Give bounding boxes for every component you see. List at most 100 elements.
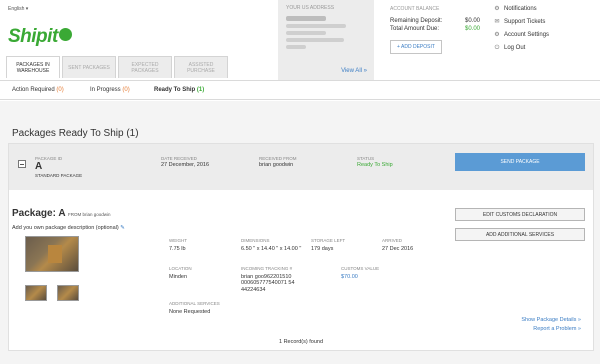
subnav-ready-to-ship[interactable]: Ready To Ship (1) (154, 87, 204, 93)
status-col: Status Ready To Ship (357, 156, 393, 168)
gear-icon: ⚙ (494, 6, 500, 12)
language-label: English (8, 6, 25, 12)
status-value: Ready To Ship (357, 162, 393, 168)
address-heading: Your US Address (286, 5, 335, 11)
power-icon: ⏻ (494, 45, 500, 51)
ready-to-ship-count: (1) (196, 87, 205, 93)
tracking-line-3: 44224634 (241, 286, 266, 293)
menu-logout-label: Log Out (504, 45, 526, 51)
us-address-panel: Your US Address View All » (278, 0, 374, 80)
arrived-label: Arrived (382, 238, 403, 243)
customs-value-link[interactable]: $70.00 (341, 274, 379, 281)
remaining-deposit-row: Remaining Deposit: $0.00 (390, 18, 480, 24)
date-received-value: 27 December, 2016 (161, 162, 210, 168)
description-prompt-text: Add you own package description (optiona… (12, 225, 119, 231)
view-all-label: View All (341, 68, 362, 74)
additional-services-value: None Requested (169, 308, 211, 315)
show-package-details-link[interactable]: Show Package Details » (521, 316, 581, 325)
package-summary-bar: Package ID A Standard Package Date Recei… (9, 144, 593, 190)
main-tabs: Packages in Warehouse Sent Packages Expe… (6, 56, 230, 78)
remaining-deposit-label: Remaining Deposit: (390, 18, 443, 24)
remaining-deposit-value: $0.00 (464, 18, 480, 24)
status-subnav: Action Required (0) In Progress (0) Read… (0, 80, 600, 100)
tab-expected-packages[interactable]: Expected Packages (118, 56, 172, 78)
arrived-value: 27 Dec 2016 (382, 245, 414, 252)
ready-to-ship-label: Ready To Ship (154, 87, 196, 93)
tab-assisted-purchase[interactable]: Assisted Purchase (174, 56, 228, 78)
menu-account-settings[interactable]: ⚙ Account Settings (494, 32, 549, 38)
date-received-label: Date Received (161, 156, 197, 161)
received-from-col: Received From brian goodwin (259, 156, 297, 168)
received-from-label: Received From (259, 156, 297, 161)
photo-thumbnail[interactable] (25, 285, 47, 301)
incoming-tracking-field: Incoming Tracking # brian goo962201510 0… (241, 266, 295, 293)
menu-notifications-label: Notifications (504, 6, 537, 12)
double-chevron-icon: » (363, 68, 367, 74)
collapse-icon[interactable] (18, 160, 26, 168)
incoming-tracking-label: Incoming Tracking # (241, 266, 293, 271)
customs-value-label: Customs Value (341, 266, 380, 271)
storage-left-value: 179 days (311, 245, 334, 252)
package-links: Show Package Details » Report a Problem … (521, 316, 581, 334)
edit-customs-button[interactable]: Edit Customs Declaration (455, 208, 585, 221)
weight-field: Weight 7.75 lb (169, 238, 187, 252)
language-selector[interactable]: English ▾ (8, 6, 28, 12)
gear-icon: ⚙ (494, 32, 500, 38)
tab-sent-packages[interactable]: Sent Packages (62, 56, 116, 78)
weight-value: 7.75 lb (169, 245, 186, 252)
support-icon: ✉ (494, 19, 500, 25)
send-package-button[interactable]: Send Package (455, 153, 585, 171)
dimensions-label: Dimensions (241, 238, 270, 243)
address-redacted (286, 16, 366, 49)
dimensions-value: 6.50 " x 14.40 " x 14.00 " (241, 245, 302, 252)
received-from-value: brian goodwin (259, 162, 294, 168)
subnav-in-progress[interactable]: In Progress (0) (90, 87, 130, 93)
package-title-text: Package: A (12, 208, 66, 219)
status-label: Status (357, 156, 375, 161)
amount-due-label: Total Amount Due: (390, 26, 440, 32)
pencil-icon[interactable]: ✎ (120, 225, 125, 231)
dimensions-field: Dimensions 6.50 " x 14.40 " x 14.00 " (241, 238, 309, 252)
photo-thumbnail[interactable] (57, 285, 79, 301)
subnav-action-required[interactable]: Action Required (0) (12, 87, 64, 93)
account-balance: Account Balance Remaining Deposit: $0.00… (390, 6, 480, 54)
records-found: 1 Record(s) found (278, 339, 324, 345)
tracking-line-2: 000605777540071 54 (241, 280, 295, 286)
location-label: Location (169, 266, 192, 271)
shipito-logo[interactable]: Shipit (8, 26, 72, 48)
amount-due-value: $0.00 (464, 26, 480, 32)
tab-packages-in-warehouse[interactable]: Packages in Warehouse (6, 56, 60, 78)
package-description-prompt[interactable]: Add you own package description (optiona… (12, 225, 125, 231)
package-id-value: A (35, 161, 43, 172)
menu-support-label: Support Tickets (504, 19, 546, 25)
package-card: Package ID A Standard Package Date Recei… (8, 143, 594, 351)
in-progress-label: In Progress (90, 87, 121, 93)
balance-heading: Account Balance (390, 6, 440, 12)
menu-support-tickets[interactable]: ✉ Support Tickets (494, 19, 549, 25)
photo-box-shape (48, 245, 62, 263)
location-field: Location Minden (169, 266, 192, 280)
amount-due-row: Total Amount Due: $0.00 (390, 26, 480, 32)
add-services-button[interactable]: Add Additional Services (455, 228, 585, 241)
customs-value-field: Customs Value $70.00 (341, 266, 379, 280)
location-value: Minden (169, 273, 188, 280)
additional-services-field: Additional Services None Requested (169, 301, 220, 315)
menu-notifications[interactable]: ⚙ Notifications (494, 6, 549, 12)
package-id-col: Package ID A Standard Package (35, 156, 82, 178)
menu-log-out[interactable]: ⏻ Log Out (494, 45, 549, 51)
account-menu: ⚙ Notifications ✉ Support Tickets ⚙ Account… (494, 6, 549, 58)
view-all-link[interactable]: View All » (341, 68, 367, 74)
additional-services-label: Additional Services (169, 301, 220, 306)
logo-o-mark (58, 28, 72, 41)
storage-left-label: Storage Left (311, 238, 346, 243)
report-problem-link[interactable]: Report a Problem » (521, 325, 581, 334)
package-photo[interactable] (25, 236, 79, 272)
weight-label: Weight (169, 238, 187, 243)
add-deposit-button[interactable]: + Add Deposit (390, 40, 442, 54)
package-id-label: Package ID (35, 156, 63, 161)
package-type: Standard Package (35, 173, 83, 178)
action-required-label: Action Required (12, 87, 55, 93)
page-title: Packages Ready To Ship (1) (12, 128, 139, 139)
action-required-count: (0) (56, 87, 64, 93)
package-title: Package: A FROM brian goodwin (12, 208, 111, 219)
